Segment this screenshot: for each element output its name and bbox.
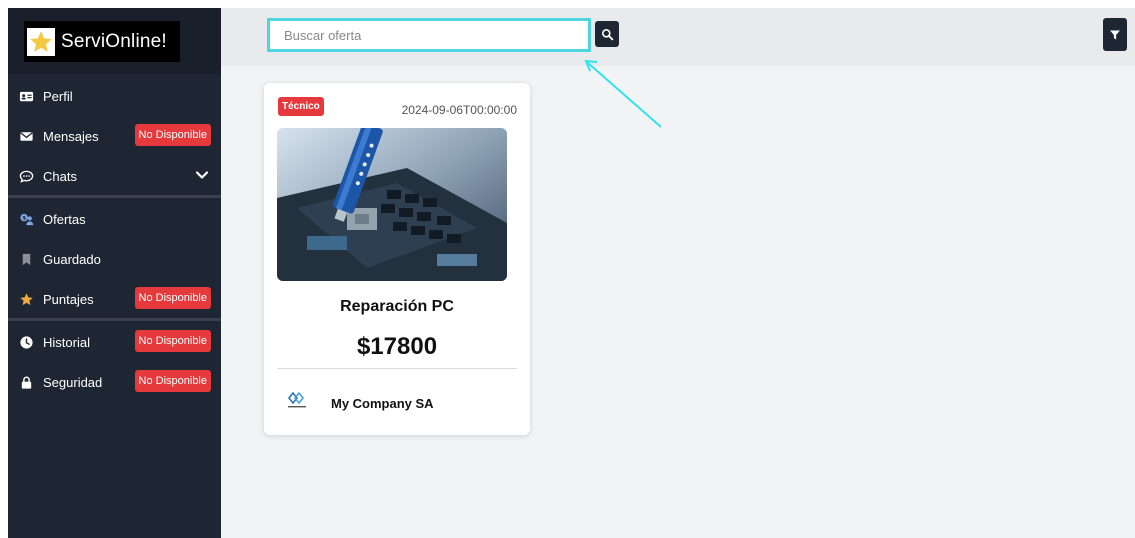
company-logo-icon: [287, 391, 306, 408]
sidebar-item-label: Puntajes: [43, 291, 94, 307]
brand-name: ServiOnline!: [61, 30, 167, 52]
chevron-down-icon[interactable]: [195, 168, 209, 182]
sidebar-item-label: Guardado: [43, 251, 101, 267]
brand-bar: ServiOnline!: [8, 8, 221, 74]
sidebar-item-seguridad[interactable]: Seguridad No Disponible: [8, 364, 221, 400]
offer-date: 2024-09-06T00:00:00: [401, 103, 517, 117]
filter-icon: [1110, 30, 1120, 39]
sidebar-divider: [8, 195, 221, 198]
status-badge: No Disponible: [134, 124, 211, 146]
chat-icon: [18, 168, 34, 184]
status-badge: No Disponible: [134, 330, 211, 352]
sidebar-item-label: Perfil: [43, 88, 73, 104]
main-content: Técnico 2024-09-06T00:00:00: [221, 8, 1135, 538]
svg-text:$: $: [22, 215, 26, 221]
sidebar: ServiOnline! Perfil Mensajes No Disponib…: [8, 8, 221, 538]
offer-image: [277, 128, 507, 281]
filter-button[interactable]: [1103, 18, 1127, 51]
offers-icon: $: [18, 211, 34, 227]
star-logo-icon: [27, 27, 55, 56]
sidebar-item-perfil[interactable]: Perfil: [8, 78, 221, 114]
sidebar-item-mensajes[interactable]: Mensajes No Disponible: [8, 118, 221, 154]
lock-icon: [18, 374, 34, 390]
sidebar-item-label: Mensajes: [43, 128, 99, 144]
search-input[interactable]: [270, 21, 588, 49]
search-icon: [601, 28, 613, 40]
status-badge: No Disponible: [134, 287, 211, 309]
sidebar-item-label: Ofertas: [43, 211, 86, 227]
search-box: [267, 18, 591, 52]
top-bar: [221, 8, 1135, 66]
id-card-icon: [18, 88, 34, 104]
sidebar-item-ofertas[interactable]: $ Ofertas: [8, 201, 221, 237]
bookmark-icon: [18, 251, 34, 267]
company-name: My Company SA: [331, 396, 434, 411]
circuit-board-image: [277, 128, 507, 281]
offer-price: $17800: [356, 333, 438, 360]
sidebar-item-historial[interactable]: Historial No Disponible: [8, 324, 221, 360]
offer-title: Reparación PC: [340, 298, 454, 315]
status-badge: No Disponible: [134, 370, 211, 392]
sidebar-item-chats[interactable]: Chats: [8, 158, 221, 194]
envelope-icon: [18, 128, 34, 144]
app-frame: ServiOnline! Perfil Mensajes No Disponib…: [8, 8, 1135, 538]
clock-icon: [18, 334, 34, 350]
star-icon: [18, 291, 34, 307]
search-button[interactable]: [595, 21, 619, 47]
card-divider: [277, 368, 517, 369]
sidebar-item-puntajes[interactable]: Puntajes No Disponible: [8, 281, 221, 317]
offer-card[interactable]: Técnico 2024-09-06T00:00:00 Reparación P…: [264, 83, 530, 435]
sidebar-divider: [8, 318, 221, 321]
brand-logo[interactable]: ServiOnline!: [24, 21, 180, 62]
sidebar-item-label: Historial: [43, 334, 90, 350]
category-tag: Técnico: [278, 97, 324, 116]
sidebar-item-guardado[interactable]: Guardado: [8, 241, 221, 277]
sidebar-item-label: Chats: [43, 168, 77, 184]
sidebar-item-label: Seguridad: [43, 374, 103, 390]
